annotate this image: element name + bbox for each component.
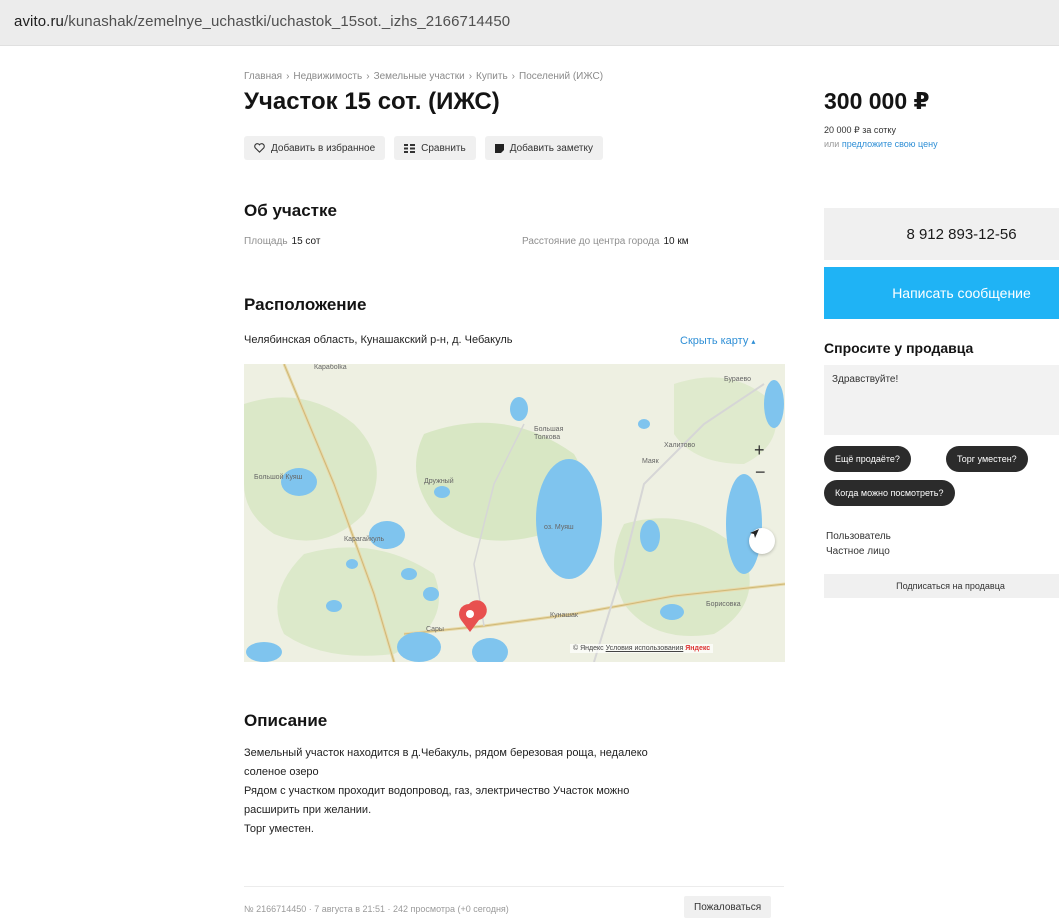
breadcrumb-item-land[interactable]: Земельные участки bbox=[374, 71, 465, 82]
quick-question-chip[interactable]: Когда можно посмотреть? bbox=[824, 480, 955, 506]
offer-price-text: или предложите свою цену bbox=[824, 139, 938, 149]
chevron-up-icon: ▴ bbox=[751, 337, 756, 346]
compare-button[interactable]: Сравнить bbox=[394, 136, 476, 160]
area-label: Площадь bbox=[244, 236, 288, 247]
map-label: Кунашак bbox=[550, 612, 578, 619]
map-label: Карагайкуль bbox=[344, 536, 385, 543]
note-icon bbox=[494, 143, 504, 153]
add-favorite-label: Добавить в избранное bbox=[271, 142, 376, 154]
price: 300 000 ₽ bbox=[824, 88, 930, 114]
map-label: Большой Куяш bbox=[254, 474, 303, 481]
map-label: Большая Толкова bbox=[534, 426, 564, 441]
distance-value: 10 км bbox=[663, 236, 689, 247]
map-view[interactable]: Карабolka Бураево Большая Толкова Халито… bbox=[244, 364, 785, 662]
breadcrumb-item-realty[interactable]: Недвижимость bbox=[293, 71, 362, 82]
seller-type: Частное лицо bbox=[826, 546, 890, 557]
breadcrumb: Главная › Недвижимость › Земельные участки › К… bbox=[244, 71, 603, 82]
subscribe-seller-button[interactable]: Подписаться на продавца bbox=[824, 574, 1059, 598]
about-heading: Об участке bbox=[244, 201, 337, 220]
quick-question-chip[interactable]: Ещё продаёте? bbox=[824, 446, 911, 472]
heart-icon bbox=[254, 143, 265, 153]
distance-label: Расстояние до центра города bbox=[522, 236, 660, 247]
location-heading: Расположение bbox=[244, 295, 367, 314]
description-line: Земельный участок находится в д.Чебакуль… bbox=[244, 747, 648, 759]
browser-url-bar[interactable]: avito.ru/kunashak/zemelnye_uchastki/ucha… bbox=[0, 0, 1059, 46]
terms-of-use-link[interactable]: Условия использования bbox=[606, 645, 684, 652]
listing-meta: № 2166714450 · 7 августа в 21:51 · 242 п… bbox=[244, 904, 509, 914]
offer-price-link[interactable]: предложите свою цену bbox=[842, 139, 938, 149]
zoom-out-button[interactable]: − bbox=[755, 462, 766, 483]
show-phone-button[interactable]: 8 912 893-12-56 bbox=[824, 208, 1059, 260]
quick-question-chip[interactable]: Торг уместен? bbox=[946, 446, 1028, 472]
map-label: Сары bbox=[426, 626, 444, 633]
chevron-right-icon: › bbox=[286, 71, 290, 82]
map-copyright: © Яндекс Условия использования Яндекс bbox=[570, 644, 714, 653]
map-label: Халитово bbox=[664, 442, 696, 449]
chevron-right-icon: › bbox=[511, 71, 515, 82]
add-note-label: Добавить заметку bbox=[509, 142, 593, 154]
breadcrumb-item-izhs[interactable]: Поселений (ИЖС) bbox=[519, 71, 603, 82]
url-text[interactable]: avito.ru/kunashak/zemelnye_uchastki/ucha… bbox=[14, 13, 510, 30]
hide-map-link[interactable]: Скрыть карту ▴ bbox=[680, 335, 755, 347]
page-title: Участок 15 сот. (ИЖС) bbox=[244, 88, 500, 115]
area-info: Площадь 15 сот bbox=[244, 236, 320, 247]
address-text: Челябинская область, Кунашакский р-н, д.… bbox=[244, 334, 513, 346]
distance-info: Расстояние до центра города 10 км bbox=[522, 236, 689, 247]
description-line: расширить при желании. bbox=[244, 804, 372, 816]
chevron-right-icon: › bbox=[468, 71, 473, 82]
map-label: Маяк bbox=[642, 458, 659, 465]
chevron-right-icon: › bbox=[366, 71, 370, 82]
zoom-in-button[interactable]: + bbox=[754, 440, 765, 461]
breadcrumb-item-home[interactable]: Главная bbox=[244, 71, 282, 82]
map-label: оз. Муяш bbox=[544, 524, 574, 531]
compare-icon bbox=[404, 143, 416, 153]
compare-label: Сравнить bbox=[421, 142, 466, 154]
description-text: Земельный участок находится в д.Чебакуль… bbox=[244, 744, 764, 839]
yandex-logo: Яндекс bbox=[685, 645, 711, 652]
add-favorite-button[interactable]: Добавить в избранное bbox=[244, 136, 386, 160]
map-label: Дружный bbox=[424, 478, 454, 485]
divider bbox=[244, 886, 784, 887]
listing-actions: Добавить в избранное Сравнить Добавить з… bbox=[244, 136, 603, 160]
breadcrumb-item-buy[interactable]: Купить bbox=[476, 71, 508, 82]
complain-button[interactable]: Пожаловаться bbox=[684, 896, 772, 918]
seller-name[interactable]: Пользователь bbox=[826, 531, 891, 542]
map-label: Бураево bbox=[724, 376, 752, 383]
description-line: Рядом с участком проходит водопровод, га… bbox=[244, 785, 630, 797]
description-line: Торг уместен. bbox=[244, 823, 314, 835]
description-heading: Описание bbox=[244, 711, 328, 730]
area-value: 15 сот bbox=[291, 236, 321, 247]
add-note-button[interactable]: Добавить заметку bbox=[484, 136, 603, 160]
price-per-unit: 20 000 ₽ за сотку bbox=[824, 125, 896, 135]
write-message-button[interactable]: Написать сообщение bbox=[824, 267, 1059, 319]
description-line: соленое озеро bbox=[244, 766, 319, 778]
map-label: Карабolka bbox=[314, 364, 347, 371]
ask-seller-input[interactable]: Здравствуйте! bbox=[824, 365, 1059, 435]
ask-seller-heading: Спросите у продавца bbox=[824, 340, 974, 356]
map-label: Борисовка bbox=[706, 601, 741, 608]
locate-button[interactable] bbox=[749, 528, 775, 554]
hide-map-label: Скрыть карту bbox=[680, 335, 749, 347]
map-canvas bbox=[244, 364, 785, 662]
